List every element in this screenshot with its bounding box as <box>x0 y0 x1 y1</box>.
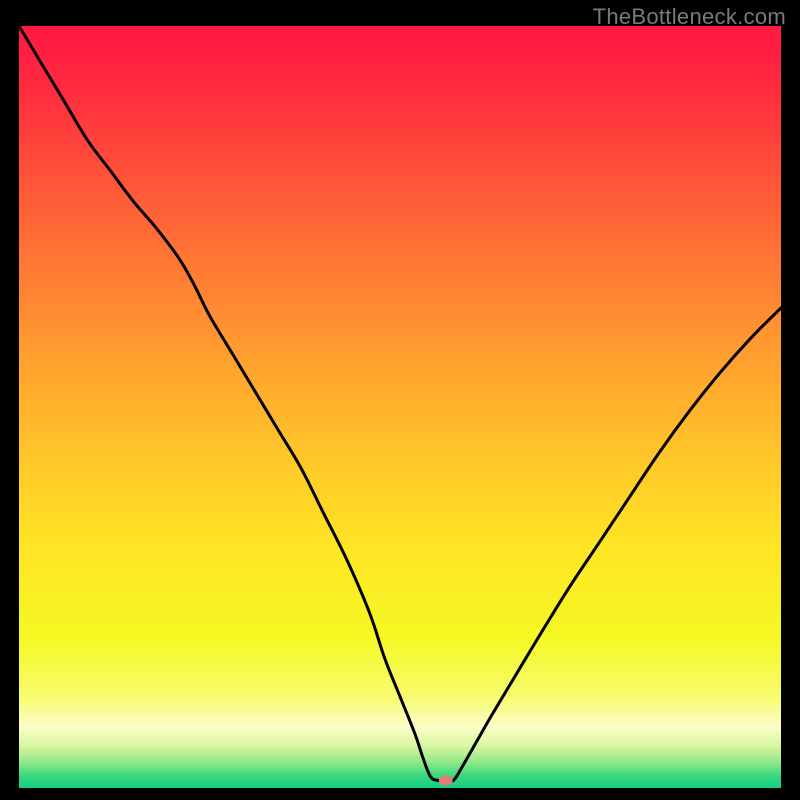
optimal-marker <box>439 775 453 785</box>
chart-frame: TheBottleneck.com <box>0 0 800 800</box>
bottleneck-chart <box>19 26 781 788</box>
watermark-text: TheBottleneck.com <box>593 4 786 30</box>
plot-area <box>19 26 781 788</box>
gradient-background <box>19 26 781 788</box>
